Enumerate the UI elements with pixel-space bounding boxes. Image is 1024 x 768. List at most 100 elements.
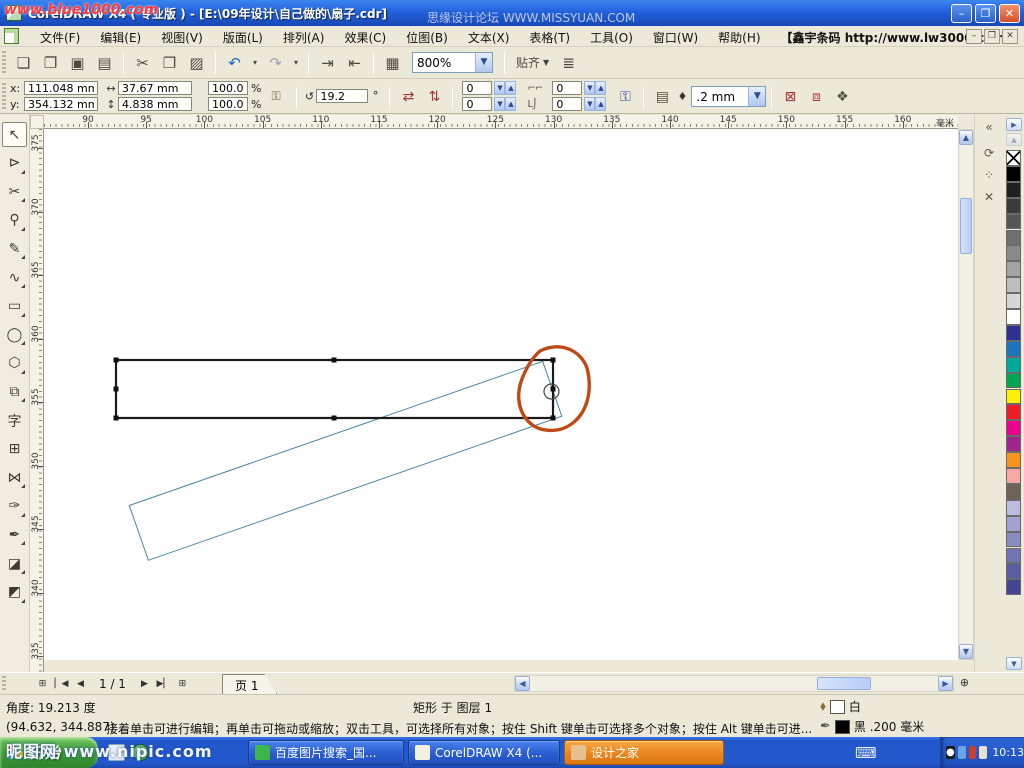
page-tab[interactable]: 页 1 [222, 674, 277, 694]
selection-handle[interactable] [332, 358, 337, 363]
interactive-fill-tool[interactable]: ◩ [2, 580, 27, 605]
vertical-ruler[interactable]: 375370365360355350345340335 [30, 129, 44, 672]
selection-handle[interactable] [551, 358, 556, 363]
taskbar-task-button[interactable]: 百度图片搜索_国... [248, 740, 404, 765]
mirror-vertical-button[interactable]: ⇅ [422, 85, 446, 109]
corner-radius-tr-input[interactable] [552, 81, 582, 95]
prev-page-button[interactable]: ◀ [72, 675, 89, 692]
menu-item[interactable]: 窗口(W) [643, 26, 708, 47]
text-wrap-button[interactable]: ▤ [650, 85, 674, 109]
ruler-origin[interactable] [30, 115, 44, 129]
palette-scroll-up-icon[interactable]: ▲ [1006, 133, 1022, 146]
print-button[interactable]: ▤ [92, 50, 117, 75]
rotation-angle-input[interactable] [316, 89, 368, 103]
paste-button[interactable]: ▨ [184, 50, 209, 75]
eyedropper-tool[interactable]: ✑ [2, 494, 27, 519]
corner-radius-bl-input[interactable] [462, 97, 492, 111]
menu-item[interactable]: 表格(T) [519, 26, 580, 47]
color-swatch[interactable] [1006, 579, 1021, 595]
scale-y-input[interactable] [208, 97, 248, 111]
open-button[interactable]: ❐ [38, 50, 63, 75]
selection-handle[interactable] [114, 387, 119, 392]
menu-item[interactable]: 文本(X) [458, 26, 520, 47]
options-button[interactable]: ≣ [556, 50, 581, 75]
palette-scroll-down-icon[interactable]: ▼ [1006, 657, 1022, 670]
vertical-scrollbar[interactable]: ▲ ▼ [958, 129, 974, 660]
color-swatch[interactable] [1006, 484, 1021, 500]
basic-shapes-tool[interactable]: ⧉ [2, 379, 27, 404]
redo-button[interactable]: ↷ [263, 50, 288, 75]
taskbar-task-button[interactable]: CorelDRAW X4 (... [408, 740, 560, 765]
horizontal-ruler[interactable]: 毫米 9095100105110115120125130135140145150… [44, 115, 958, 129]
scale-x-input[interactable] [208, 81, 248, 95]
color-swatch[interactable] [1006, 563, 1021, 579]
menu-item[interactable]: 排列(A) [273, 26, 335, 47]
add-page-button[interactable]: ⊞ [34, 675, 51, 692]
scroll-right-icon[interactable]: ▶ [938, 676, 953, 691]
menu-item[interactable]: 帮助(H) [708, 26, 770, 47]
doc-minimize-button[interactable]: – [966, 29, 982, 44]
color-swatch[interactable] [1006, 214, 1021, 230]
save-button[interactable]: ▣ [65, 50, 90, 75]
app-launcher-button[interactable]: ▦ [380, 50, 405, 75]
docker-collapse-button[interactable]: « [979, 118, 999, 136]
undo-button[interactable]: ↶ [222, 50, 247, 75]
horizontal-scrollbar[interactable]: ◀ ▶ [514, 675, 954, 692]
interactive-blend-tool[interactable]: ⋈ [2, 465, 27, 490]
keyboard-tray-icon[interactable]: ⌨ [855, 744, 877, 762]
spinner-up-icon[interactable]: ▲ [505, 81, 516, 95]
outline-width-dropdown-icon[interactable]: ▼ [748, 87, 765, 106]
menu-item[interactable]: 工具(O) [580, 26, 643, 47]
corner-radius-br-input[interactable] [552, 97, 582, 111]
import-button[interactable]: ⇥ [315, 50, 340, 75]
doc-restore-button[interactable]: ❐ [984, 29, 1000, 44]
spinner-down-icon[interactable]: ▼ [494, 97, 505, 111]
selection-handle[interactable] [114, 358, 119, 363]
x-position-input[interactable] [24, 81, 98, 95]
color-swatch[interactable] [1006, 452, 1021, 468]
height-input[interactable] [118, 97, 192, 111]
text-tool[interactable]: 字 [2, 408, 27, 433]
color-swatch[interactable] [1006, 357, 1021, 373]
restore-button[interactable]: ❐ [975, 4, 996, 23]
menu-item[interactable]: 文件(F) [30, 26, 90, 47]
taskbar-task-active[interactable]: 设计之家 [564, 740, 724, 765]
menu-item[interactable]: 位图(B) [396, 26, 458, 47]
quick-launch-icon-1[interactable] [108, 744, 125, 761]
spinner-down-icon[interactable]: ▼ [494, 81, 505, 95]
color-swatch[interactable] [1006, 277, 1021, 293]
export-button[interactable]: ⇤ [342, 50, 367, 75]
quick-launch-icon-2[interactable] [132, 744, 149, 761]
color-swatch[interactable] [1006, 309, 1021, 325]
start-button[interactable]: 开始 [0, 737, 98, 768]
volume-tray-icon[interactable] [969, 746, 977, 759]
selection-handle[interactable] [551, 387, 556, 392]
color-swatch[interactable] [1006, 341, 1021, 357]
color-swatch[interactable] [1006, 325, 1021, 341]
copy-button[interactable]: ❒ [157, 50, 182, 75]
symmetry-button[interactable]: ❖ [830, 85, 854, 109]
color-swatch[interactable] [1006, 532, 1021, 548]
spinner-down-icon[interactable]: ▼ [584, 81, 595, 95]
menu-item[interactable]: 效果(C) [334, 26, 396, 47]
color-swatch[interactable] [1006, 389, 1021, 405]
zoom-tool[interactable]: ⚲ [2, 208, 27, 233]
zoom-document-button[interactable]: ⊕ [956, 675, 973, 692]
spinner-down-icon[interactable]: ▼ [584, 97, 595, 111]
last-page-button[interactable]: ▶▏ [155, 675, 172, 692]
smart-drawing-tool[interactable]: ∿ [2, 265, 27, 290]
color-swatch[interactable] [1006, 516, 1021, 532]
zoom-dropdown-icon[interactable]: ▼ [475, 53, 492, 72]
doc-close-button[interactable]: ✕ [1002, 29, 1018, 44]
color-swatch[interactable] [1006, 182, 1021, 198]
qq-tray-icon[interactable]: ● [946, 746, 955, 759]
minimize-button[interactable]: – [951, 4, 972, 23]
freehand-tool[interactable]: ✎ [2, 236, 27, 261]
add-page-button-2[interactable]: ⊞ [174, 675, 191, 692]
menu-item[interactable]: 视图(V) [151, 26, 213, 47]
outline-width-select[interactable] [692, 88, 748, 105]
cut-button[interactable]: ✂ [130, 50, 155, 75]
polygon-tool[interactable]: ⬡ [2, 351, 27, 376]
spinner-up-icon[interactable]: ▲ [595, 81, 606, 95]
fill-tool[interactable]: ◪ [2, 551, 27, 576]
